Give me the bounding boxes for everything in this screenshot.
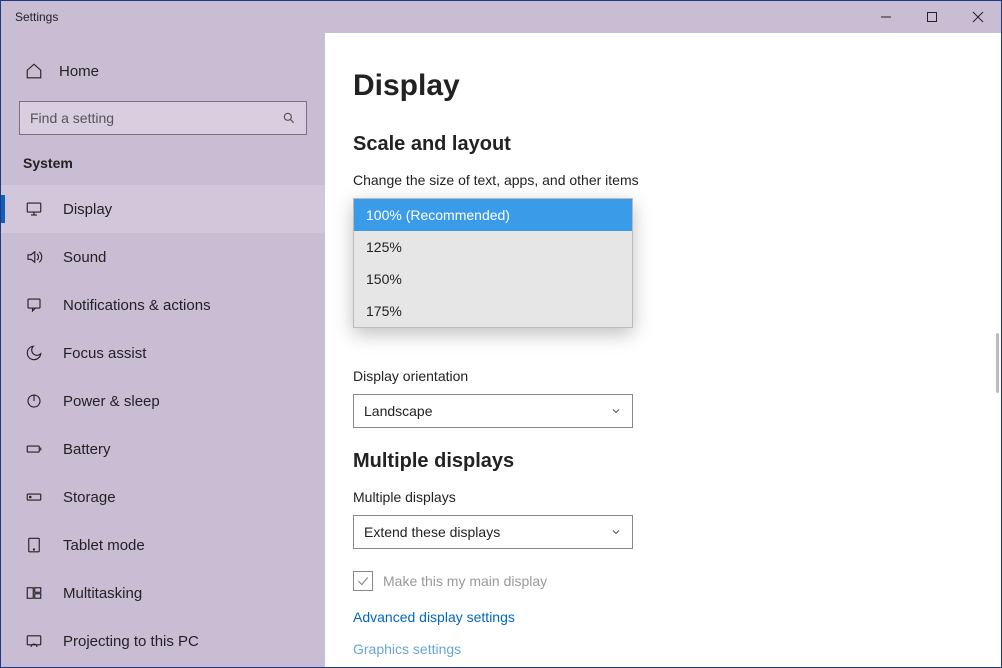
close-icon xyxy=(972,11,984,23)
main-display-checkbox-row[interactable]: Make this my main display xyxy=(353,571,1001,591)
sidebar-item-label: Power & sleep xyxy=(63,393,160,410)
sidebar-item-label: Projecting to this PC xyxy=(63,633,199,650)
sidebar-item-sound[interactable]: Sound xyxy=(1,233,325,281)
battery-icon xyxy=(23,440,45,458)
sidebar-item-label: Focus assist xyxy=(63,345,146,362)
sidebar-item-storage[interactable]: Storage xyxy=(1,473,325,521)
graphics-settings-link[interactable]: Graphics settings xyxy=(353,641,1001,657)
sidebar-item-label: Display xyxy=(63,201,112,218)
page-title: Display xyxy=(353,69,1001,103)
maximize-icon xyxy=(926,11,938,23)
scale-dropdown-list: 100% (Recommended)125%150%175% xyxy=(353,198,633,328)
search-input[interactable] xyxy=(30,110,282,126)
sidebar-item-label: Multitasking xyxy=(63,585,142,602)
search-icon xyxy=(282,111,296,125)
scale-option[interactable]: 100% (Recommended) xyxy=(354,199,632,231)
search-wrap xyxy=(1,101,325,155)
window-body: Home System Display Sound Notifications & … xyxy=(1,33,1001,667)
orientation-group: Display orientation Landscape xyxy=(353,368,1001,428)
multitasking-icon xyxy=(23,584,45,602)
sidebar-item-label: Tablet mode xyxy=(63,537,145,554)
sidebar-item-label: Notifications & actions xyxy=(63,297,211,314)
sidebar-nav: Display Sound Notifications & actions Focus… xyxy=(1,185,325,665)
sidebar-item-tablet-mode[interactable]: Tablet mode xyxy=(1,521,325,569)
sidebar-item-label: Battery xyxy=(63,441,111,458)
window-controls xyxy=(863,1,1001,33)
projecting-icon xyxy=(23,632,45,650)
search-box[interactable] xyxy=(19,101,307,135)
scale-option[interactable]: 175% xyxy=(354,295,632,327)
sidebar-item-notifications-actions[interactable]: Notifications & actions xyxy=(1,281,325,329)
sidebar-item-power-sleep[interactable]: Power & sleep xyxy=(1,377,325,425)
scale-option[interactable]: 125% xyxy=(354,231,632,263)
advanced-display-link[interactable]: Advanced display settings xyxy=(353,609,1001,625)
sidebar-item-projecting-to-this-pc[interactable]: Projecting to this PC xyxy=(1,617,325,665)
sidebar-item-label: Storage xyxy=(63,489,116,506)
home-label: Home xyxy=(59,63,99,80)
home-nav[interactable]: Home xyxy=(1,53,325,89)
titlebar: Settings xyxy=(1,1,1001,33)
orientation-dropdown[interactable]: Landscape xyxy=(353,394,633,428)
display-icon xyxy=(23,200,45,218)
focus-assist-icon xyxy=(23,344,45,362)
window-title: Settings xyxy=(1,10,58,24)
chevron-down-icon xyxy=(610,405,622,417)
multi-dropdown[interactable]: Extend these displays xyxy=(353,515,633,549)
home-icon xyxy=(23,62,45,80)
maximize-button[interactable] xyxy=(909,1,955,33)
chevron-down-icon xyxy=(610,526,622,538)
scale-option[interactable]: 150% xyxy=(354,263,632,295)
sound-icon xyxy=(23,248,45,266)
sidebar-item-multitasking[interactable]: Multitasking xyxy=(1,569,325,617)
notifications-icon xyxy=(23,296,45,314)
sidebar-item-focus-assist[interactable]: Focus assist xyxy=(1,329,325,377)
orientation-label: Display orientation xyxy=(353,368,1001,384)
tablet-mode-icon xyxy=(23,536,45,554)
settings-window: Settings Home xyxy=(0,0,1002,668)
sidebar-section: System xyxy=(1,155,325,185)
sidebar-item-display[interactable]: Display xyxy=(1,185,325,233)
multi-group: Multiple displays Extend these displays … xyxy=(353,489,1001,657)
orientation-value: Landscape xyxy=(364,403,433,419)
multi-section-heading: Multiple displays xyxy=(353,450,1001,473)
power-sleep-icon xyxy=(23,392,45,410)
main-display-label: Make this my main display xyxy=(383,573,547,589)
minimize-button[interactable] xyxy=(863,1,909,33)
close-button[interactable] xyxy=(955,1,1001,33)
scale-section-heading: Scale and layout xyxy=(353,133,1001,156)
multi-value: Extend these displays xyxy=(364,524,500,540)
sidebar-item-label: Sound xyxy=(63,249,106,266)
scale-label: Change the size of text, apps, and other… xyxy=(353,172,1001,188)
scale-group: Change the size of text, apps, and other… xyxy=(353,172,1001,350)
scrollbar[interactable] xyxy=(996,333,999,393)
multi-label: Multiple displays xyxy=(353,489,1001,505)
checkbox-icon xyxy=(353,571,373,591)
sidebar-item-battery[interactable]: Battery xyxy=(1,425,325,473)
sidebar: Home System Display Sound Notifications & … xyxy=(1,33,325,667)
content: Display Scale and layout Change the size… xyxy=(325,33,1001,667)
minimize-icon xyxy=(880,11,892,23)
storage-icon xyxy=(23,488,45,506)
